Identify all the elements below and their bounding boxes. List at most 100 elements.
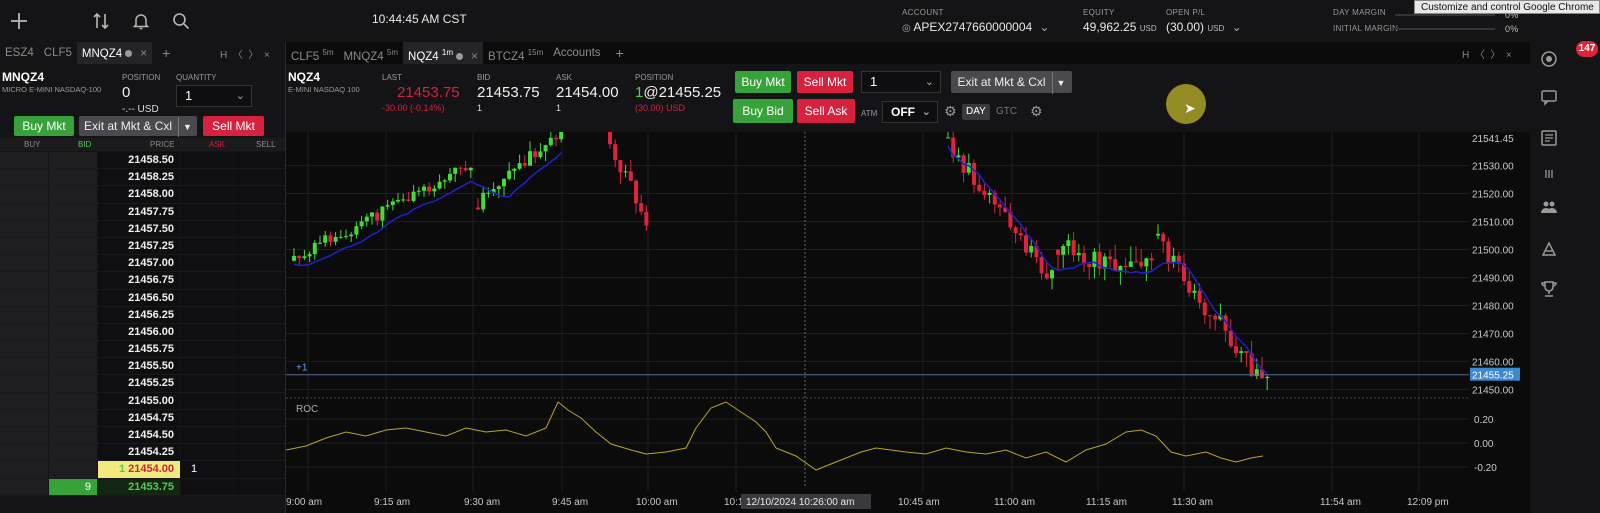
- ask-cell[interactable]: [181, 323, 233, 341]
- chevron-down-icon[interactable]: ▼: [1051, 72, 1065, 94]
- ask-cell[interactable]: [181, 341, 233, 358]
- close-icon[interactable]: ×: [264, 50, 270, 61]
- tab-mnqz4-5m[interactable]: MNQZ4 5m: [338, 42, 403, 64]
- sell-mkt-button[interactable]: Sell Mkt: [203, 116, 264, 136]
- dom-row[interactable]: 21454.50: [0, 427, 285, 445]
- buy-cell[interactable]: [0, 427, 48, 444]
- tab-esz4[interactable]: ESZ4: [0, 42, 39, 64]
- chevron-down-icon[interactable]: ⌄: [922, 102, 931, 122]
- bid-cell[interactable]: [49, 461, 97, 478]
- quantity-input[interactable]: 1 ⌄: [176, 85, 252, 107]
- tab-mnqz4[interactable]: MNQZ4 ×: [76, 42, 153, 64]
- bid-cell[interactable]: [49, 289, 97, 306]
- bid-cell[interactable]: [49, 323, 97, 341]
- ask-cell[interactable]: [181, 289, 233, 306]
- price-chart[interactable]: +1 21541.45 21530.00 21520.00 21510.00 21500.…: [286, 132, 1531, 513]
- bid-cell[interactable]: [49, 237, 97, 255]
- bid-cell[interactable]: [49, 375, 97, 392]
- add-tab-icon[interactable]: +: [616, 45, 624, 61]
- close-icon[interactable]: ×: [1506, 50, 1512, 61]
- h-icon[interactable]: H: [1462, 50, 1469, 61]
- tab-nqz4-1m[interactable]: NQZ4 1m ×: [403, 42, 484, 64]
- ask-cell[interactable]: 1: [181, 461, 233, 478]
- dom-row[interactable]: 21456.75: [0, 272, 285, 290]
- bid-cell[interactable]: [49, 409, 97, 426]
- dom-row[interactable]: 21454.25: [0, 444, 285, 462]
- stats-icon[interactable]: [1536, 163, 1562, 185]
- tab-clf5[interactable]: CLF5: [39, 42, 77, 64]
- bid-cell[interactable]: [49, 341, 97, 358]
- bid-cell[interactable]: [49, 255, 97, 272]
- ask-cell[interactable]: [181, 255, 233, 272]
- buy-cell[interactable]: [0, 444, 48, 461]
- sell-cell[interactable]: [234, 255, 285, 272]
- sell-cell[interactable]: [234, 323, 285, 341]
- dom-row[interactable]: 21457.00: [0, 255, 285, 273]
- gtc-toggle[interactable]: GTC: [992, 104, 1021, 120]
- sell-cell[interactable]: [234, 289, 285, 306]
- dom-row[interactable]: 21455.00: [0, 392, 285, 410]
- collapse-icon[interactable]: 〈: [1475, 50, 1485, 61]
- sell-cell[interactable]: [234, 444, 285, 461]
- tab-accounts[interactable]: Accounts: [548, 42, 605, 64]
- search-icon[interactable]: [168, 8, 194, 34]
- trophy-icon[interactable]: [1536, 278, 1562, 300]
- bid-cell[interactable]: [49, 203, 97, 220]
- buy-bid-button[interactable]: Buy Bid: [733, 99, 793, 123]
- sell-cell[interactable]: [234, 375, 285, 392]
- users-icon[interactable]: [1536, 196, 1562, 218]
- ask-cell[interactable]: [181, 358, 233, 375]
- dom-row[interactable]: 21455.75: [0, 341, 285, 359]
- buy-cell[interactable]: [0, 358, 48, 375]
- ask-cell[interactable]: [181, 392, 233, 409]
- bid-cell[interactable]: [49, 427, 97, 444]
- sell-cell[interactable]: [234, 306, 285, 323]
- sell-cell[interactable]: [234, 478, 285, 495]
- chevron-down-icon[interactable]: ▼: [178, 117, 192, 137]
- ask-cell[interactable]: [181, 478, 233, 495]
- buy-cell[interactable]: [0, 152, 48, 169]
- sell-cell[interactable]: [234, 169, 285, 186]
- gear-icon[interactable]: ⚙: [1030, 103, 1043, 120]
- dom-row[interactable]: 9 21453.75: [0, 478, 285, 496]
- add-tab-icon[interactable]: +: [162, 45, 170, 61]
- notification-badge[interactable]: 147: [1576, 41, 1598, 57]
- sort-arrows-icon[interactable]: [88, 8, 114, 34]
- tab-clf5-5m[interactable]: CLF5 5m: [286, 42, 338, 64]
- bid-cell[interactable]: [49, 306, 97, 323]
- ask-cell[interactable]: [181, 444, 233, 461]
- dom-row[interactable]: 21458.50: [0, 152, 285, 170]
- bid-cell[interactable]: [49, 186, 97, 203]
- buy-cell[interactable]: [0, 272, 48, 289]
- exit-cxl-button[interactable]: Exit at Mkt & Cxl ▼: [951, 71, 1072, 94]
- dom-row[interactable]: 21456.50: [0, 289, 285, 307]
- bid-cell[interactable]: [49, 392, 97, 409]
- sell-cell[interactable]: [234, 409, 285, 426]
- dom-row[interactable]: 21457.50: [0, 220, 285, 238]
- close-icon[interactable]: ×: [140, 46, 147, 60]
- ask-cell[interactable]: [181, 220, 233, 237]
- sell-mkt-button[interactable]: Sell Mkt: [797, 71, 853, 93]
- ask-cell[interactable]: [181, 375, 233, 392]
- buy-mkt-button[interactable]: Buy Mkt: [14, 116, 74, 136]
- buy-cell[interactable]: [0, 255, 48, 272]
- sell-cell[interactable]: [234, 186, 285, 203]
- sell-cell[interactable]: [234, 392, 285, 409]
- chrome-icon[interactable]: [1536, 48, 1562, 70]
- bid-cell[interactable]: 9: [49, 478, 97, 495]
- expand-icon[interactable]: 〉: [248, 50, 258, 61]
- ask-cell[interactable]: [181, 409, 233, 426]
- ask-cell[interactable]: [181, 152, 233, 169]
- buy-cell[interactable]: [0, 306, 48, 323]
- ask-cell[interactable]: [181, 306, 233, 323]
- buy-cell[interactable]: [0, 220, 48, 237]
- dom-row[interactable]: 21454.75: [0, 409, 285, 427]
- chevron-down-icon[interactable]: ⌄: [925, 72, 934, 92]
- sell-cell[interactable]: [234, 237, 285, 255]
- buy-cell[interactable]: [0, 392, 48, 409]
- ask-cell[interactable]: [181, 427, 233, 444]
- ask-cell[interactable]: [181, 203, 233, 220]
- bid-cell[interactable]: [49, 169, 97, 186]
- bid-cell[interactable]: [49, 220, 97, 237]
- dom-row[interactable]: 21458.25: [0, 169, 285, 187]
